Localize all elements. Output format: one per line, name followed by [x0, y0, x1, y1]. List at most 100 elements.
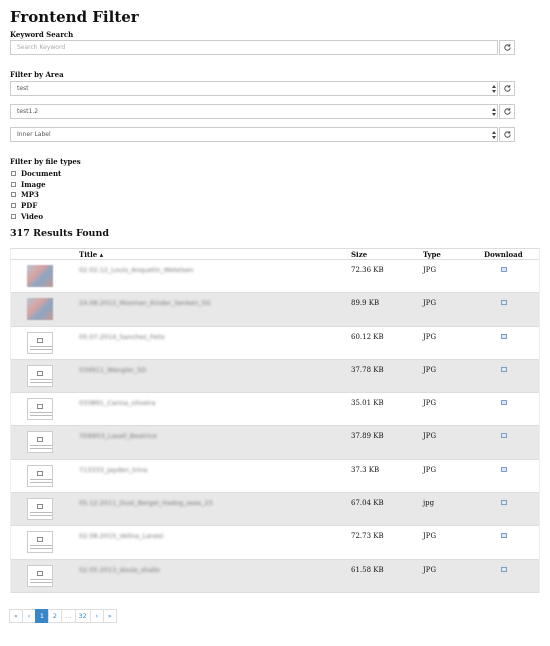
- keyword-search-input[interactable]: Search Keyword: [10, 40, 498, 55]
- file-type: JPG: [423, 332, 437, 341]
- results-table: Title ▴ Size Type Download 02.02.12_Loui…: [10, 248, 540, 593]
- thumbnail-placeholder: [27, 498, 53, 521]
- file-size: 67.04 KB: [351, 499, 384, 508]
- select-arrows-icon: [492, 131, 496, 139]
- download-icon[interactable]: [501, 333, 507, 339]
- file-title[interactable]: 02.08.2015_Velina_Lanesi: [79, 532, 163, 540]
- placeholder-caption: [30, 345, 52, 350]
- file-type: JPG: [423, 299, 437, 308]
- file-title[interactable]: 033891_Carina_oliveira: [79, 399, 155, 407]
- area-select-2[interactable]: test1.2: [10, 104, 498, 119]
- thumbnail-placeholder: [27, 398, 53, 421]
- file-size: 37.89 KB: [351, 432, 384, 441]
- filetype-mp3-checkbox[interactable]: MP3: [11, 190, 61, 201]
- area-select-2-value: test1.2: [17, 108, 39, 115]
- page-link[interactable]: ›: [89, 609, 104, 623]
- area-filter-label: Filter by Area: [10, 70, 64, 79]
- file-size: 35.01 KB: [351, 399, 384, 408]
- file-title[interactable]: 02.05.2013_doula_shallo: [79, 566, 160, 574]
- area-select-1-value: test: [17, 85, 29, 92]
- pagination: «‹ 1 2… 32 ›»: [9, 609, 117, 623]
- image-placeholder-icon: [37, 437, 43, 443]
- page-link[interactable]: 32: [74, 609, 91, 623]
- area-select-1[interactable]: test: [10, 81, 498, 96]
- file-size: 37.78 KB: [351, 365, 384, 374]
- page-link[interactable]: 1: [35, 609, 49, 623]
- table-row: 7D9953_Lasall_Beatrice 37.89 KB JPG: [11, 426, 539, 460]
- file-title[interactable]: 02.02.12_Louis_Anquetin_Wetelsen: [79, 266, 194, 274]
- download-icon[interactable]: [501, 300, 507, 306]
- filetype-filter-label: Filter by file types: [10, 157, 81, 166]
- table-header: Title ▴ Size Type Download: [11, 249, 539, 260]
- page-title: Frontend Filter: [10, 8, 139, 26]
- column-size-header: Size: [351, 250, 368, 259]
- file-type: JPG: [423, 465, 437, 474]
- page-link[interactable]: »: [102, 609, 117, 623]
- thumbnail-placeholder: [27, 564, 53, 587]
- download-icon[interactable]: [501, 433, 507, 439]
- page-link[interactable]: …: [61, 609, 76, 623]
- checkbox[interactable]: [11, 181, 16, 187]
- image-placeholder-icon: [37, 570, 43, 576]
- checkbox-label: Video: [21, 212, 43, 222]
- table-body: 02.02.12_Louis_Anquetin_Wetelsen 72.36 KB…: [11, 260, 539, 593]
- file-type: JPG: [423, 266, 437, 274]
- table-row: 05.07.2014_Sanchez_Felix 60.12 KB JPG: [11, 327, 539, 360]
- refresh-icon: [504, 85, 511, 92]
- download-icon[interactable]: [501, 566, 507, 572]
- filetype-document-checkbox[interactable]: Document: [11, 168, 61, 179]
- file-title[interactable]: 05.12.2011_Dust_Bergel_Hadog_seas_23: [79, 499, 213, 507]
- column-type-header: Type: [423, 250, 441, 259]
- file-title[interactable]: 7D9953_Lasall_Beatrice: [79, 432, 157, 440]
- thumbnail-placeholder: [27, 364, 53, 387]
- file-type: JPG: [423, 565, 437, 574]
- file-size: 72.73 KB: [351, 532, 384, 541]
- table-row: 033891_Carina_oliveira 35.01 KB JPG: [11, 393, 539, 427]
- checkbox[interactable]: [11, 170, 16, 176]
- file-title[interactable]: 034911_Wangler_5D: [79, 366, 146, 374]
- file-size: 37.3 KB: [351, 465, 380, 474]
- page-link[interactable]: 2: [48, 609, 62, 623]
- refresh-icon: [504, 108, 511, 115]
- file-title[interactable]: 05.07.2014_Sanchez_Felix: [79, 333, 165, 341]
- refresh-icon: [504, 44, 511, 51]
- area-select-3-value: Inner Label: [17, 131, 51, 138]
- checkbox[interactable]: [11, 214, 16, 220]
- file-title[interactable]: 24.08.2012_Mosman_Kinder_Senken_5G: [79, 299, 211, 307]
- checkbox-label: MP3: [21, 190, 39, 200]
- placeholder-caption: [30, 378, 52, 383]
- download-icon[interactable]: [501, 366, 507, 372]
- filetype-image-checkbox[interactable]: Image: [11, 179, 61, 190]
- placeholder-caption: [30, 412, 52, 417]
- file-size: 61.58 KB: [351, 565, 384, 574]
- file-type: JPG: [423, 365, 437, 374]
- table-row: 02.02.12_Louis_Anquetin_Wetelsen 72.36 KB…: [11, 260, 539, 294]
- keyword-search-label: Keyword Search: [10, 30, 74, 39]
- filetype-pdf-checkbox[interactable]: PDF: [11, 200, 61, 211]
- checkbox-label: Image: [21, 179, 46, 189]
- checkbox[interactable]: [11, 203, 16, 209]
- keyword-reset-button[interactable]: [499, 40, 515, 55]
- filetype-video-checkbox[interactable]: Video: [11, 211, 61, 222]
- area-2-reset-button[interactable]: [499, 104, 515, 119]
- page-link[interactable]: ‹: [22, 609, 36, 623]
- filetype-checkbox-list: Document Image MP3 PDF Video: [11, 168, 61, 222]
- image-placeholder-icon: [37, 470, 43, 476]
- download-icon[interactable]: [501, 500, 507, 506]
- checkbox-label: PDF: [21, 201, 38, 211]
- area-select-3[interactable]: Inner Label: [10, 127, 498, 142]
- area-3-reset-button[interactable]: [499, 127, 515, 142]
- download-icon[interactable]: [501, 400, 507, 406]
- column-title-header[interactable]: Title ▴: [79, 250, 103, 259]
- download-icon[interactable]: [501, 466, 507, 472]
- image-placeholder-icon: [37, 504, 43, 510]
- file-type: jpg: [423, 499, 435, 508]
- results-count: 317 Results Found: [10, 228, 110, 239]
- page-link[interactable]: «: [9, 609, 23, 623]
- thumbnail-image: [27, 298, 53, 321]
- area-1-reset-button[interactable]: [499, 81, 515, 96]
- download-icon[interactable]: [501, 533, 507, 539]
- checkbox[interactable]: [11, 192, 16, 198]
- download-icon[interactable]: [501, 267, 507, 272]
- file-title[interactable]: 713333_jayden_trina: [79, 466, 147, 474]
